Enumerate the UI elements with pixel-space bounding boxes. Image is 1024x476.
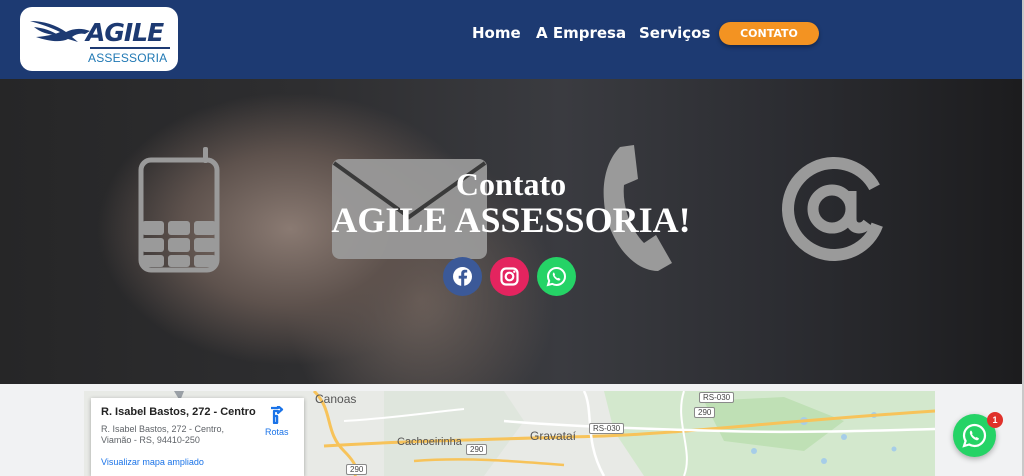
road-badge: RS-030 [589,423,625,434]
nav-a-empresa[interactable]: A Empresa [536,24,626,42]
logo[interactable]: AGILE ASSESSORIA [20,7,178,71]
map-place-label: Gravataí [530,429,577,443]
road-badge: RS-030 [699,392,735,403]
notification-badge: 1 [987,412,1003,428]
map-place-label: Canoas [315,392,357,406]
nav-home[interactable]: Home [472,24,521,42]
page-subtitle: AGILE ASSESSORIA! [331,200,691,240]
road-badge: 290 [466,444,488,455]
page-title: Contato [455,166,567,202]
directions-link[interactable]: Rotas [265,427,289,437]
contato-button[interactable]: CONTATO [719,22,819,45]
larger-map-link[interactable]: Visualizar mapa ampliado [101,457,204,467]
logo-subtitle: ASSESSORIA [88,51,168,65]
logo-divider [90,47,170,49]
directions-icon[interactable] [269,406,285,424]
map-info-card: R. Isabel Bastos, 272 - Centro R. Isabel… [91,398,304,476]
map-place-label: Cachoeirinha [397,436,462,448]
whatsapp-button[interactable] [537,257,576,296]
logo-wordmark: AGILE [86,18,164,47]
hero-banner: Contato AGILE ASSESSORIA! [0,79,1022,384]
road-badge: 290 [694,407,716,418]
map-card-address: R. Isabel Bastos, 272 - Centro, Viamão -… [101,424,225,445]
instagram-button[interactable] [490,257,529,296]
site-header: AGILE ASSESSORIA Home A Empresa Serviços… [0,0,1022,79]
whatsapp-icon [546,266,567,287]
map-card-title: R. Isabel Bastos, 272 - Centro [101,406,256,418]
facebook-button[interactable] [443,257,482,296]
facebook-icon [453,267,472,286]
instagram-icon [500,267,519,286]
road-badge: 290 [346,464,368,475]
nav-servicos[interactable]: Serviços [639,24,710,42]
